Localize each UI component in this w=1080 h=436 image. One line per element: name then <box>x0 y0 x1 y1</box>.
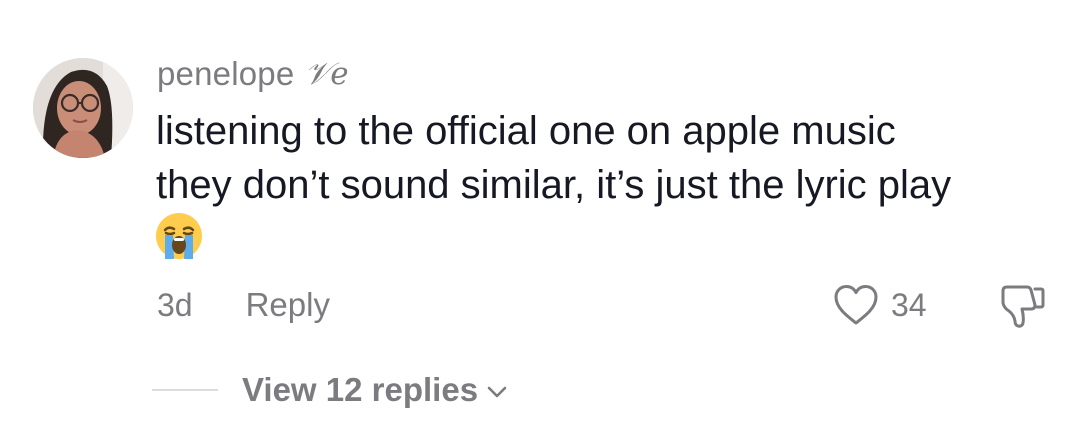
view-replies-label: View 12 replies <box>242 371 479 408</box>
username[interactable]: penelope <box>157 55 294 93</box>
username-row: penelope 𝒱e <box>157 52 349 96</box>
comment-item: penelope 𝒱e listening to the official on… <box>0 0 1080 436</box>
thumbs-down-icon <box>1001 285 1045 328</box>
replies-divider <box>152 389 218 391</box>
view-replies-button[interactable]: View 12 replies <box>242 371 508 409</box>
like-button[interactable]: 34 <box>833 280 927 330</box>
heart-icon <box>834 285 878 325</box>
dislike-button[interactable] <box>997 281 1047 331</box>
comment-meta-row: 3d Reply <box>157 282 330 328</box>
comment-text: listening to the official one on apple m… <box>156 104 1066 212</box>
replies-row: View 12 replies <box>152 368 508 412</box>
reply-button[interactable]: Reply <box>246 286 330 324</box>
username-suffix: 𝒱e <box>304 55 349 92</box>
comment-text-line-2: they don’t sound similar, it’s just the … <box>156 163 952 207</box>
chevron-down-icon <box>487 386 507 398</box>
avatar-image <box>33 58 133 158</box>
like-count: 34 <box>891 286 927 323</box>
avatar[interactable] <box>33 58 133 158</box>
comment-timestamp: 3d <box>157 286 193 323</box>
loudly-crying-face-icon <box>154 211 204 261</box>
comment-text-line-1: listening to the official one on apple m… <box>156 109 896 153</box>
